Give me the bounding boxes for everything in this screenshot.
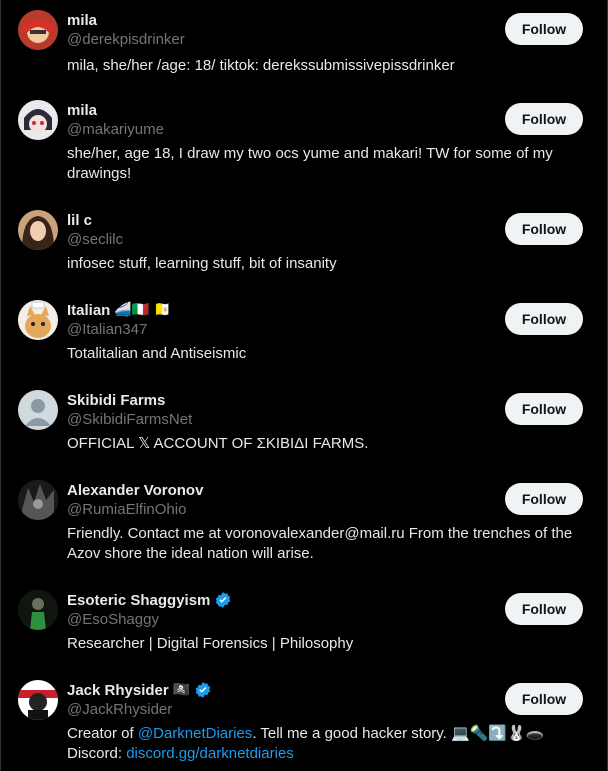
user-display-name[interactable]: Esoteric Shaggyism (67, 592, 210, 609)
discord-link[interactable]: discord.gg/darknetdiaries (126, 745, 294, 762)
default-avatar[interactable] (18, 390, 58, 430)
follow-button[interactable]: Follow (505, 303, 583, 335)
user-bio: Researcher | Digital Forensics | Philoso… (67, 635, 354, 652)
user-name-line[interactable]: Skibidi Farms (67, 390, 165, 410)
user-cell[interactable]: mila @makariyume she/her, age 18, I draw… (1, 100, 607, 200)
bio-text: Discord: (67, 745, 127, 762)
user-cell[interactable]: Esoteric Shaggyism @EsoShaggy Researcher… (1, 590, 607, 670)
user-name-line[interactable]: Jack Rhysider 🏴‍☠️ (67, 680, 212, 700)
name-emoji: 🚄🇮🇹 🇻🇦 (114, 302, 172, 318)
user-name-line[interactable]: Alexander Voronov (67, 480, 203, 500)
who-to-follow-list: mila @derekpisdrinker mila, she/her /age… (0, 0, 608, 771)
user-name-line[interactable]: mila (67, 100, 97, 120)
user-cell[interactable]: mila @derekpisdrinker mila, she/her /age… (1, 10, 607, 90)
user-display-name[interactable]: Alexander Voronov (67, 482, 203, 499)
user-bio: she/her, age 18, I draw my two ocs yume … (67, 145, 553, 182)
verified-badge-icon (195, 682, 211, 698)
follow-button[interactable]: Follow (505, 393, 583, 425)
follow-button[interactable]: Follow (505, 103, 583, 135)
user-handle[interactable]: @makariyume (67, 121, 164, 138)
user-cell[interactable]: Italian 🚄🇮🇹 🇻🇦 @Italian347 Totalitalian … (1, 300, 607, 380)
user-handle[interactable]: @Italian347 (67, 321, 147, 338)
user-cell[interactable]: Alexander Voronov @RumiaElfinOhio Friend… (1, 480, 607, 580)
user-cell[interactable]: Skibidi Farms @SkibidiFarmsNet OFFICIAL … (1, 390, 607, 470)
user-bio: mila, she/her /age: 18/ tiktok: derekssu… (67, 57, 455, 74)
bio-text: Creator of (67, 725, 138, 742)
user-display-name[interactable]: Skibidi Farms (67, 392, 165, 409)
user-display-name[interactable]: mila (67, 102, 97, 119)
user-bio: Friendly. Contact me at voronovalexander… (67, 525, 573, 562)
avatar[interactable] (18, 480, 58, 520)
avatar[interactable] (18, 300, 58, 340)
user-cell[interactable]: Jack Rhysider 🏴‍☠️ @JackRhysider Creator… (1, 680, 607, 771)
follow-button[interactable]: Follow (505, 483, 583, 515)
follow-button[interactable]: Follow (505, 683, 583, 715)
user-name-line[interactable]: lil c (67, 210, 92, 230)
avatar[interactable] (18, 210, 58, 250)
bio-text: . Tell me a good hacker story. 💻🔦⤵️🐰🕳️ (252, 725, 545, 742)
avatar[interactable] (18, 590, 58, 630)
avatar[interactable] (18, 10, 58, 50)
follow-button[interactable]: Follow (505, 13, 583, 45)
avatar[interactable] (18, 100, 58, 140)
verified-badge-icon (216, 592, 231, 608)
user-bio: Creator of @DarknetDiaries. Tell me a go… (67, 724, 591, 764)
user-display-name[interactable]: Italian (67, 302, 110, 319)
name-emoji: 🏴‍☠️ (172, 682, 191, 698)
avatar[interactable] (18, 680, 58, 720)
user-handle[interactable]: @RumiaElfinOhio (67, 501, 186, 518)
user-name-line[interactable]: Italian 🚄🇮🇹 🇻🇦 (67, 300, 171, 320)
user-bio: Totalitalian and Antiseismic (67, 345, 247, 362)
user-bio: infosec stuff, learning stuff, bit of in… (67, 255, 337, 272)
follow-button[interactable]: Follow (505, 593, 583, 625)
user-handle[interactable]: @EsoShaggy (67, 611, 159, 628)
user-display-name[interactable]: Jack Rhysider (67, 682, 169, 699)
user-display-name[interactable]: lil c (67, 212, 92, 229)
user-name-line[interactable]: mila (67, 10, 97, 30)
user-handle[interactable]: @seclilc (67, 231, 123, 248)
user-handle[interactable]: @derekpisdrinker (67, 31, 185, 48)
mention-link[interactable]: @DarknetDiaries (138, 725, 252, 742)
user-name-line[interactable]: Esoteric Shaggyism (67, 590, 232, 610)
user-handle[interactable]: @JackRhysider (67, 701, 172, 718)
user-handle[interactable]: @SkibidiFarmsNet (67, 411, 192, 428)
user-display-name[interactable]: mila (67, 12, 97, 29)
user-bio: OFFICIAL 𝕏 ACCOUNT OF ΣKIBIΔI FARMS. (67, 435, 369, 452)
follow-button[interactable]: Follow (505, 213, 583, 245)
user-cell[interactable]: lil c @seclilc infosec stuff, learning s… (1, 210, 607, 290)
